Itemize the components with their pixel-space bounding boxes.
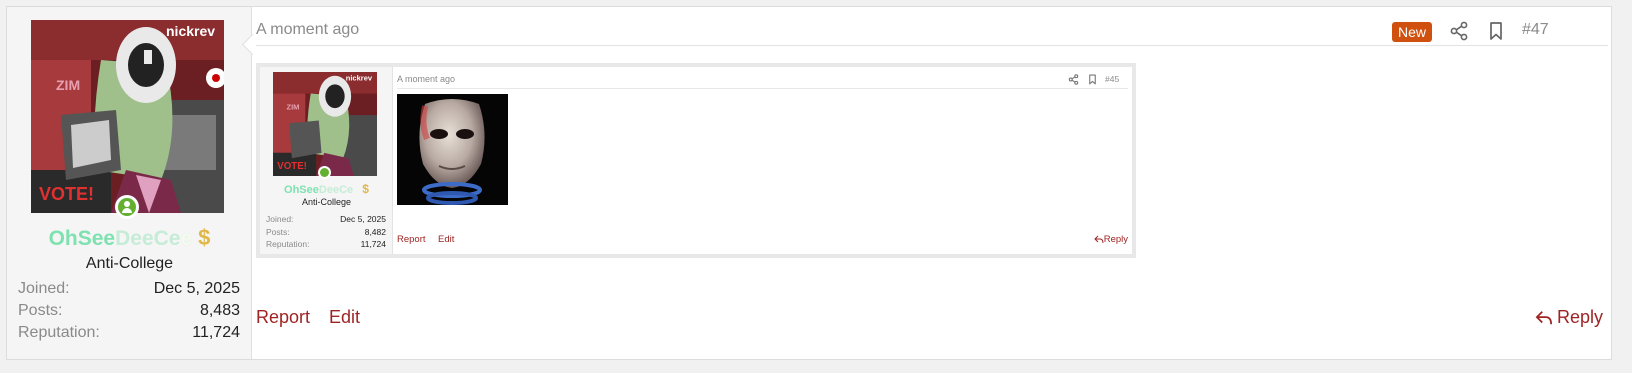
stat-joined: Joined: Dec 5, 2025 bbox=[18, 280, 240, 297]
online-status-icon bbox=[115, 195, 139, 219]
svg-text:ZIM: ZIM bbox=[286, 103, 299, 112]
svg-text:VOTE!: VOTE! bbox=[39, 184, 94, 204]
mask-image bbox=[397, 94, 508, 205]
online-status-icon bbox=[318, 166, 331, 179]
share-icon[interactable] bbox=[1068, 72, 1079, 85]
post-header: A moment ago New #47 bbox=[256, 7, 1608, 46]
embedded-post-number[interactable]: #45 bbox=[1105, 74, 1119, 84]
stat-posts: Posts: 8,483 bbox=[18, 302, 240, 319]
embedded-username[interactable]: OhSeeDeeCee $ bbox=[260, 182, 393, 196]
embedded-user-panel: VOTE! nickrev ZIM OhSeeDeeCee $ Anti-Coll… bbox=[260, 67, 393, 254]
stat-joined: Joined: Dec 5, 2025 bbox=[266, 214, 386, 224]
embedded-reply-button[interactable]: Reply bbox=[1093, 234, 1128, 245]
bookmark-icon[interactable] bbox=[1087, 72, 1098, 85]
report-link[interactable]: Report bbox=[256, 307, 310, 328]
embedded-post-header: A moment ago #45 bbox=[397, 67, 1128, 89]
bookmark-icon[interactable] bbox=[1486, 21, 1506, 41]
user-title: Anti-College bbox=[85, 255, 174, 272]
embedded-post-image[interactable] bbox=[397, 94, 508, 205]
new-badge: New bbox=[1392, 22, 1433, 42]
svg-text:VOTE!: VOTE! bbox=[277, 161, 307, 172]
username[interactable]: OhSeeDeeCee $ bbox=[7, 225, 252, 251]
stat-posts: Posts: 8,482 bbox=[266, 226, 386, 237]
embedded-post-time[interactable]: A moment ago bbox=[397, 74, 455, 84]
post-number[interactable]: #47 bbox=[1522, 21, 1549, 39]
svg-text:nickrev: nickrev bbox=[166, 23, 215, 39]
dollar-icon: $ bbox=[198, 225, 211, 250]
svg-text:ZIM: ZIM bbox=[56, 77, 80, 93]
post-main: A moment ago New #47 VOTE! nickrev ZIM O… bbox=[256, 7, 1608, 359]
stat-reputation: Reputation: 11,724 bbox=[18, 324, 240, 341]
post-time[interactable]: A moment ago bbox=[256, 21, 359, 39]
forum-post: VOTE! nickrev ZIM OhSeeDeeCee $ Anti-Coll… bbox=[6, 6, 1612, 360]
dollar-icon: $ bbox=[362, 182, 369, 196]
user-avatar[interactable]: VOTE! nickrev ZIM bbox=[31, 20, 224, 213]
embedded-edit-link[interactable]: Edit bbox=[438, 234, 454, 245]
user-stats: Joined: Dec 5, 2025 Posts: 8,483 Reputat… bbox=[18, 278, 240, 344]
embedded-post: VOTE! nickrev ZIM OhSeeDeeCee $ Anti-Coll… bbox=[256, 63, 1136, 258]
share-icon[interactable] bbox=[1449, 21, 1469, 41]
svg-text:nickrev: nickrev bbox=[346, 74, 373, 83]
embedded-report-link[interactable]: Report bbox=[397, 234, 426, 245]
reply-icon bbox=[1535, 310, 1552, 324]
reply-button[interactable]: Reply bbox=[1535, 307, 1603, 328]
avatar-image: VOTE! nickrev ZIM bbox=[273, 72, 377, 176]
avatar-image: VOTE! nickrev ZIM bbox=[31, 20, 224, 213]
edit-link[interactable]: Edit bbox=[329, 307, 360, 328]
embedded-post-main: A moment ago #45 Report Edit Reply bbox=[397, 67, 1128, 254]
embedded-user-avatar[interactable]: VOTE! nickrev ZIM bbox=[273, 72, 377, 176]
reply-icon bbox=[1093, 235, 1104, 244]
post-user-panel: VOTE! nickrev ZIM OhSeeDeeCee $ Anti-Coll… bbox=[7, 7, 252, 359]
embedded-user-stats: Joined: Dec 5, 2025 Posts: 8,482 Reputat… bbox=[266, 213, 386, 251]
stat-reputation: Reputation: 11,724 bbox=[266, 239, 386, 249]
embedded-user-title: Anti-College bbox=[301, 197, 352, 207]
